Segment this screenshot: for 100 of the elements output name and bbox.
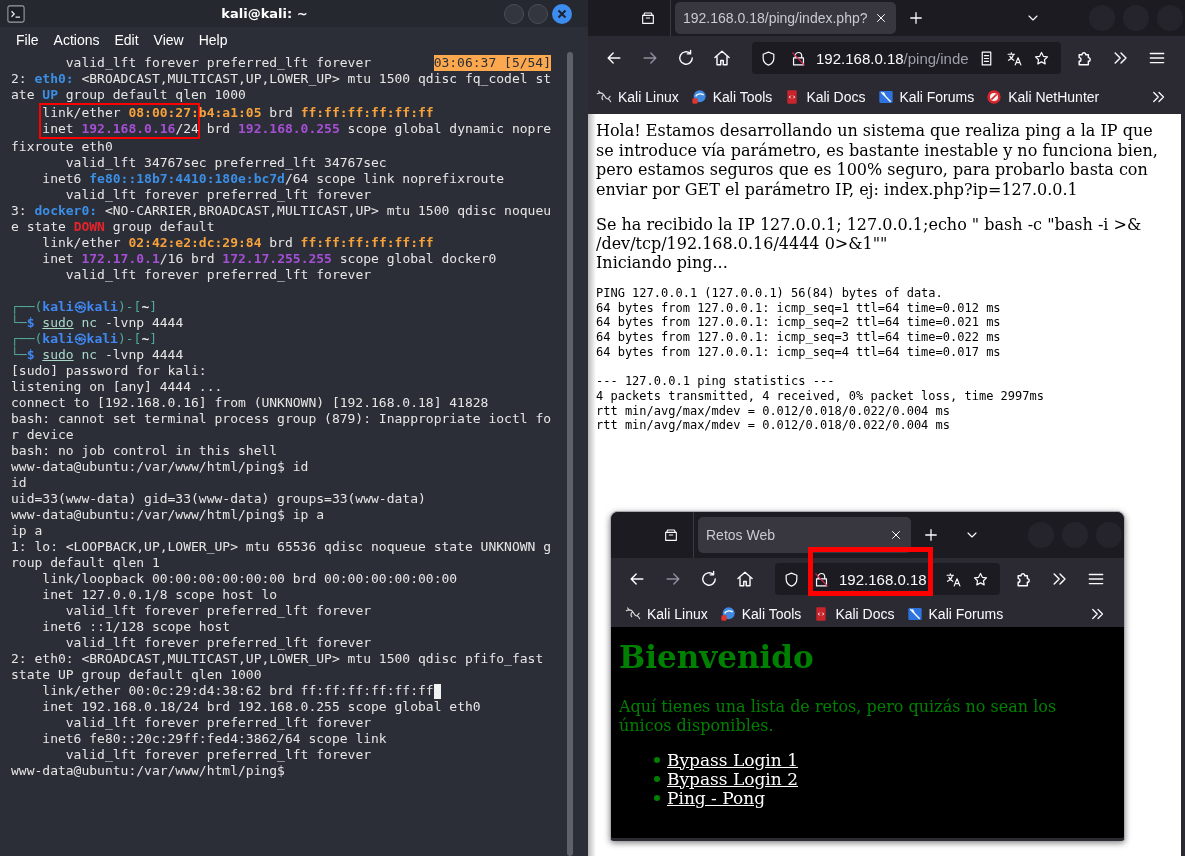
terminal-line: 2: eth0: <BROADCAST,MULTICAST,UP,LOWER_UP> mtu 1500 qdisc fq_codel st bbox=[11, 71, 552, 87]
box-icon[interactable] bbox=[640, 10, 656, 26]
shield-icon[interactable] bbox=[783, 570, 800, 588]
terminal-line: valid_lft 34767sec preferred_lft 34767sec bbox=[65, 155, 387, 171]
bullet-icon bbox=[654, 794, 660, 801]
terminal-line: www-data@ubuntu:/var/www/html/ping$ id bbox=[11, 459, 309, 475]
bookmark-link[interactable]: Kali Linux bbox=[596, 89, 679, 105]
terminal-line: id bbox=[11, 475, 27, 491]
bookmark-link[interactable]: Kali Forums bbox=[906, 605, 1004, 622]
window-title: kali@kali: ~ bbox=[221, 6, 308, 21]
box-icon[interactable] bbox=[663, 527, 679, 543]
terminal-line: ip a bbox=[11, 523, 43, 539]
terminal-line: listening on [any] 4444 ... bbox=[11, 379, 223, 395]
timestamp-badge: 03:06:37 [5/54] bbox=[433, 55, 552, 71]
terminal-line: valid_lft forever preferred_lft forever bbox=[65, 603, 372, 619]
bookmark-link[interactable]: Kali Tools bbox=[690, 89, 773, 105]
menu-item[interactable]: File bbox=[16, 31, 39, 48]
terminal-line: connect to [192.168.0.16] from (UNKNOWN) [192.168.0.18] 41828 bbox=[11, 395, 489, 411]
crossed-lock-icon[interactable] bbox=[813, 570, 830, 588]
menu-item[interactable]: View bbox=[153, 31, 184, 48]
terminal-line: inet 192.168.0.18/24 brd 192.168.0.255 scope global eth0 bbox=[42, 699, 481, 715]
address-field[interactable]: 192.168.0.18 bbox=[775, 563, 1000, 595]
plus-icon[interactable] bbox=[922, 526, 940, 544]
output-line: 4 packets transmitted, 4 received, 0% packet loss, time 2997ms bbox=[596, 388, 1044, 403]
browser-tab[interactable]: 192.168.0.18/ping/index.php? bbox=[675, 2, 896, 34]
star-icon[interactable] bbox=[972, 570, 989, 588]
output-line: 64 bytes from 127.0.0.1: icmp_seq=4 ttl=64 time=0.017 ms bbox=[596, 344, 1001, 359]
bullet-icon bbox=[654, 775, 660, 782]
intro-paragraph: Aquí tienes una lista de retos, pero quizás no sean los únicos disponibles. bbox=[619, 697, 1058, 735]
bookmark-link[interactable]: Kali Docs bbox=[784, 89, 866, 105]
star-icon[interactable] bbox=[1033, 49, 1050, 67]
terminal-line: ┌──(kali㉿kali)-[~] bbox=[11, 299, 158, 315]
bookmark-link[interactable]: Kali Linux bbox=[625, 605, 708, 622]
dragon-icon bbox=[596, 89, 612, 105]
translate-icon[interactable] bbox=[945, 570, 962, 588]
menu-item[interactable]: Help bbox=[198, 31, 228, 48]
dragon-icon bbox=[625, 605, 641, 622]
output-line: 64 bytes from 127.0.0.1: icmp_seq=2 ttl=64 time=0.021 ms bbox=[596, 315, 1001, 330]
terminal-line: r device bbox=[11, 427, 74, 443]
terminal-line: state UP group default qlen 1000 bbox=[11, 667, 262, 683]
crossed-lock-icon[interactable] bbox=[790, 49, 807, 67]
square-logo-icon bbox=[906, 605, 923, 622]
bullet-icon bbox=[654, 756, 660, 763]
terminal-line: roup default qlen 1 bbox=[11, 555, 160, 571]
terminal-line: bash: cannot set terminal process group (879): Inappropriate ioctl fo bbox=[11, 411, 552, 427]
bookmark-link[interactable]: Kali Tools bbox=[719, 605, 802, 622]
terminal-line: inet6 ::1/128 scope host bbox=[42, 619, 231, 635]
terminal-line: [sudo] password for kali: bbox=[11, 363, 207, 379]
terminal-line: inet6 fe80::20c:29ff:fed4:3862/64 scope link bbox=[42, 731, 387, 747]
bookmark-link[interactable]: Kali Docs bbox=[813, 605, 895, 622]
page-heading: Bienvenido bbox=[619, 638, 815, 677]
terminal-line: valid_lft forever preferred_lft forever bbox=[65, 187, 372, 203]
terminal-line: inet6 fe80::18b7:4410:180e:bc7d/64 scope link noprefixroute bbox=[42, 171, 505, 187]
close-icon[interactable] bbox=[874, 11, 888, 25]
house-icon[interactable] bbox=[735, 569, 755, 589]
terminal-line: link/loopback 00:00:00:00:00:00 brd 00:00:00:00:00:00 bbox=[42, 571, 458, 587]
reload-icon[interactable] bbox=[699, 569, 719, 589]
menu-item[interactable]: Actions bbox=[53, 31, 100, 48]
terminal-line: www-data@ubuntu:/var/www/html/ping$ ip a bbox=[11, 507, 325, 523]
address-field[interactable]: 192.168.0.18/ping/inde bbox=[752, 42, 1061, 74]
terminal-line: 2: eth0: <BROADCAST,MULTICAST,UP,LOWER_UP> mtu 1500 qdisc pfifo_fast bbox=[11, 651, 544, 667]
translate-icon[interactable] bbox=[1006, 49, 1023, 67]
close-button[interactable] bbox=[552, 3, 572, 24]
terminal-line: bash: no job control in this shell bbox=[11, 443, 278, 459]
reload-icon[interactable] bbox=[676, 48, 696, 68]
output-line: --- 127.0.0.1 ping statistics --- bbox=[596, 374, 835, 389]
terminal-line: valid_lft forever preferred_lft forever bbox=[65, 267, 372, 283]
circle-logo-icon bbox=[690, 89, 707, 105]
output-line: PING 127.0.0.1 (127.0.0.1) 56(84) bytes of data. bbox=[596, 286, 943, 300]
bookmark-link[interactable]: Kali Forums bbox=[877, 89, 975, 105]
terminal-line: valid_lft forever preferred_lft forever bbox=[65, 635, 372, 651]
terminal-line: valid_lft forever preferred_lft forever bbox=[65, 55, 372, 71]
menu-item[interactable]: Edit bbox=[114, 31, 139, 48]
terminal-line: www-data@ubuntu:/var/www/html/ping$ bbox=[11, 763, 285, 779]
bookmark-link[interactable]: Kali NetHunter bbox=[986, 89, 1100, 105]
terminal-line: e state DOWN group default bbox=[11, 219, 215, 235]
output-line: 64 bytes from 127.0.0.1: icmp_seq=3 ttl=64 time=0.022 ms bbox=[596, 330, 1001, 345]
plus-icon[interactable] bbox=[907, 9, 925, 27]
circle-logo-icon bbox=[719, 605, 736, 622]
terminal-line: 3: docker0: <NO-CARRIER,BROADCAST,MULTICAST,UP> mtu 1500 qdisc noqueu bbox=[11, 203, 552, 219]
terminal-line: uid=33(www-data) gid=33(www-data) groups=33(www-data) bbox=[11, 491, 426, 507]
scrollbar[interactable] bbox=[567, 52, 573, 856]
terminal-line: inet 127.0.0.1/8 scope host lo bbox=[42, 587, 278, 603]
intro-paragraph: Hola! Estamos desarrollando un sistema que realiza ping a la IP que se introduce vía parámetro, es bastante inestable y no funciona bien, pero estamos seguros que es 100% seguro, para probarlo basta con enviar por GET el parámetro IP, ej: index.php?ip=127.0.0.1 bbox=[596, 121, 1159, 199]
terminal-line: └─$ sudo nc -lvnp 4444 bbox=[11, 315, 184, 331]
terminal-line: inet 172.17.0.1/16 brd 172.17.255.255 scope global docker0 bbox=[42, 251, 497, 267]
challenge-link[interactable]: Bypass Login 1 bbox=[667, 749, 798, 770]
terminal-line: fixroute eth0 bbox=[11, 139, 113, 155]
terminal-line: ate UP group default qlen 1000 bbox=[11, 87, 246, 103]
terminal-line: valid_lft forever preferred_lft forever bbox=[65, 715, 372, 731]
output-line: 64 bytes from 127.0.0.1: icmp_seq=1 ttl=64 time=0.012 ms bbox=[596, 300, 1001, 315]
browser-tab[interactable]: Retos Web bbox=[698, 517, 911, 553]
close-icon[interactable] bbox=[889, 528, 903, 542]
terminal-icon[interactable] bbox=[7, 4, 25, 23]
ring-logo-icon bbox=[986, 89, 1003, 105]
output-line: rtt min/avg/max/mdev = 0.012/0.018/0.022/0.004 ms bbox=[596, 418, 950, 433]
house-icon[interactable] bbox=[712, 48, 732, 68]
terminal-line: link/ether 00:0c:29:d4:38:62 brd ff:ff:ff:ff:ff:ff bbox=[42, 683, 434, 699]
shield-icon[interactable] bbox=[760, 49, 777, 67]
terminal-line: └─$ sudo nc -lvnp 4444 bbox=[11, 347, 184, 363]
